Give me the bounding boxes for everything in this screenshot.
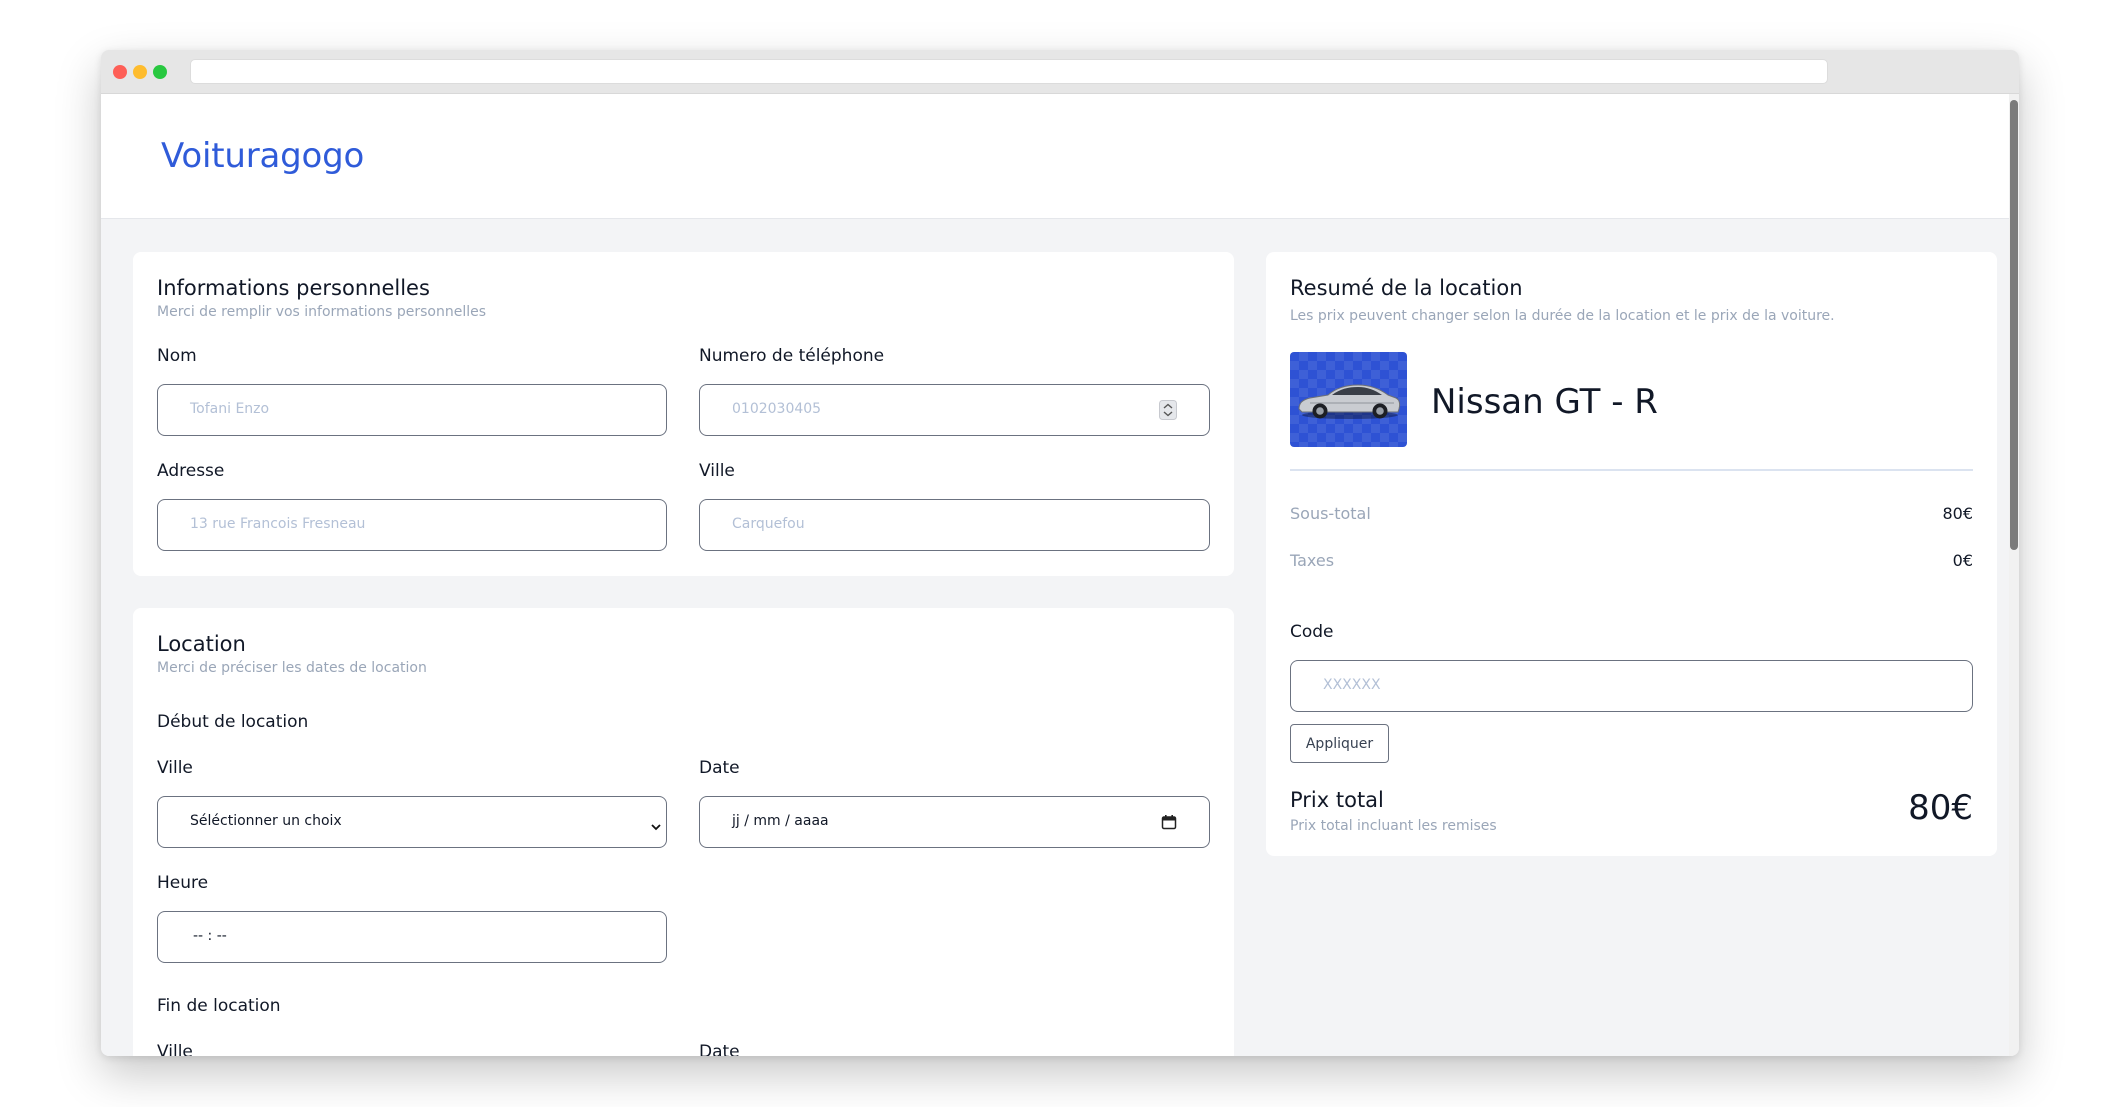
- app-header: Voituragogo: [101, 94, 2009, 219]
- minimize-window-icon[interactable]: [133, 65, 147, 79]
- ville-placeholder: Carquefou: [732, 516, 805, 532]
- location-subtitle: Merci de préciser les dates de location: [157, 660, 427, 676]
- nom-input[interactable]: Tofani Enzo: [157, 384, 667, 436]
- apply-code-button[interactable]: Appliquer: [1290, 724, 1389, 763]
- phone-placeholder: 0102030405: [732, 401, 822, 417]
- taxes-label: Taxes: [1290, 551, 1335, 570]
- start-ville-label: Ville: [157, 758, 193, 778]
- total-value: 80€: [1908, 788, 1973, 828]
- personal-info-title: Informations personnelles: [157, 276, 430, 300]
- subtotal-value: 80€: [1942, 504, 1973, 523]
- summary-divider: [1290, 469, 1973, 471]
- total-label: Prix total: [1290, 788, 1384, 812]
- start-heure-input[interactable]: -- : --: [157, 911, 667, 963]
- ville-label: Ville: [699, 461, 735, 481]
- code-label: Code: [1290, 622, 1334, 642]
- start-heure-value: -- : --: [193, 928, 227, 944]
- start-date-value: jj / mm / aaaa: [732, 813, 829, 829]
- start-ville-value: Séléctionner un choix: [190, 813, 342, 829]
- location-title: Location: [157, 632, 246, 656]
- page-viewport: Voituragogo Informations personnelles Me…: [101, 94, 2009, 1056]
- personal-info-card: Informations personnelles Merci de rempl…: [133, 252, 1234, 576]
- total-subtitle: Prix total incluant les remises: [1290, 818, 1497, 834]
- app-logo[interactable]: Voituragogo: [161, 136, 364, 176]
- ville-input[interactable]: Carquefou: [699, 499, 1210, 551]
- scrollbar-thumb[interactable]: [2010, 100, 2018, 550]
- adresse-input[interactable]: 13 rue Francois Fresneau: [157, 499, 667, 551]
- start-heading: Début de location: [157, 712, 309, 732]
- car-image: [1298, 384, 1401, 419]
- summary-subtitle: Les prix peuvent changer selon la durée …: [1290, 308, 1835, 324]
- car-thumbnail: [1290, 352, 1407, 447]
- adresse-placeholder: 13 rue Francois Fresneau: [190, 516, 366, 532]
- nom-placeholder: Tofani Enzo: [190, 401, 270, 417]
- taxes-value: 0€: [1952, 551, 1973, 570]
- nom-label: Nom: [157, 346, 197, 366]
- phone-input[interactable]: 0102030405: [699, 384, 1210, 436]
- summary-title: Resumé de la location: [1290, 276, 1523, 300]
- start-date-label: Date: [699, 758, 740, 778]
- browser-window: Voituragogo Informations personnelles Me…: [101, 50, 2019, 1056]
- calendar-icon[interactable]: [1161, 814, 1177, 834]
- start-heure-label: Heure: [157, 873, 209, 893]
- end-ville-label: Ville: [157, 1042, 193, 1056]
- subtotal-label: Sous-total: [1290, 504, 1371, 523]
- car-name: Nissan GT - R: [1431, 382, 1658, 422]
- chevron-down-icon: [650, 817, 662, 836]
- maximize-window-icon[interactable]: [153, 65, 167, 79]
- personal-info-subtitle: Merci de remplir vos informations person…: [157, 304, 486, 320]
- number-spinner-icon[interactable]: [1159, 400, 1177, 424]
- code-input[interactable]: XXXXXX: [1290, 660, 1973, 712]
- code-placeholder: XXXXXX: [1323, 677, 1381, 693]
- close-window-icon[interactable]: [113, 65, 127, 79]
- summary-card: Resumé de la location Les prix peuvent c…: [1266, 252, 1997, 856]
- end-date-label: Date: [699, 1042, 740, 1056]
- start-ville-select[interactable]: Séléctionner un choix: [157, 796, 667, 848]
- phone-label: Numero de téléphone: [699, 346, 885, 366]
- address-bar[interactable]: [190, 59, 1828, 84]
- location-card: Location Merci de préciser les dates de …: [133, 608, 1234, 1056]
- start-date-input[interactable]: jj / mm / aaaa: [699, 796, 1210, 848]
- adresse-label: Adresse: [157, 461, 225, 481]
- browser-chrome: [101, 50, 2019, 94]
- end-heading: Fin de location: [157, 996, 281, 1016]
